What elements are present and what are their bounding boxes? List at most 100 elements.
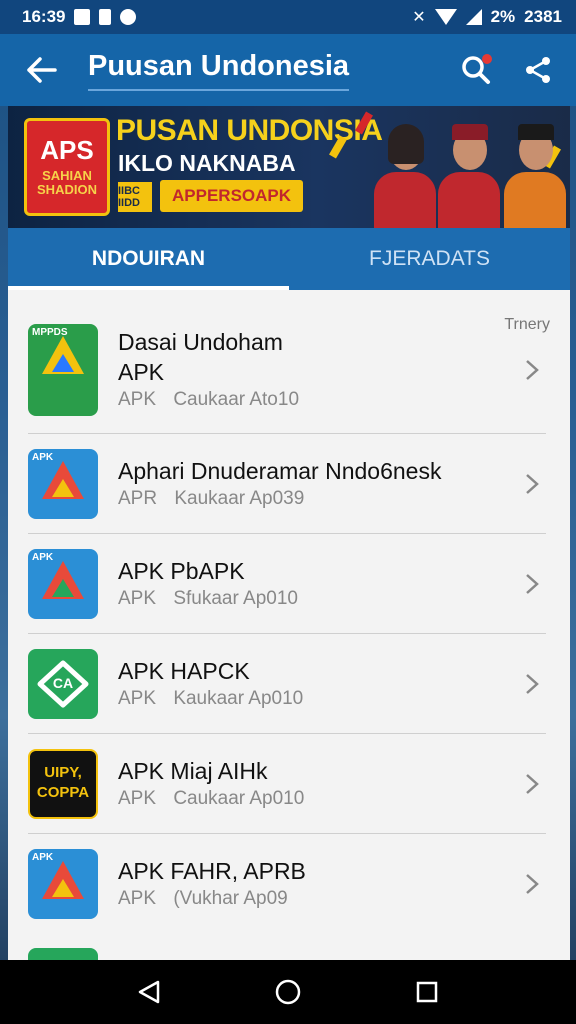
person-hijab (388, 124, 424, 164)
app-icon-label: UIPY, COPPA (36, 763, 90, 801)
back-arrow-icon (27, 57, 57, 83)
banner-pill: APPERSOAPK (160, 180, 304, 212)
app-icon-label: CA (52, 674, 74, 691)
nav-home-button[interactable] (260, 964, 316, 1020)
list-item[interactable]: APK APK FAHR, APRB APK (Vukhar Ap09 (28, 834, 546, 934)
banner-logo: APS SAHIAN SHADION (24, 118, 110, 216)
triangle-mark-inner (52, 478, 74, 497)
list-item[interactable]: MPPDS Dasai Undoham APK APK Caukaar Ato1… (28, 306, 546, 434)
sync-icon (120, 9, 137, 25)
bluetooth-icon: ✕ (412, 9, 426, 26)
chevron-right-icon (518, 350, 546, 390)
list-item[interactable]: APK APK PbAPK APK Sfukaar Ap010 (28, 534, 546, 634)
black-yellow-app-icon: UIPY, COPPA (28, 748, 98, 819)
banner-logo-top: APS (40, 135, 94, 165)
document-icon (99, 9, 112, 25)
app-text: APK Miaj AIHk APK Caukaar Ap010 (118, 756, 518, 812)
chevron-right-icon (518, 664, 546, 704)
app-text: APK PbAPK APK Sfukaar Ap010 (118, 556, 518, 612)
triangle-mark-inner (52, 353, 74, 372)
app-name: APK FAHR, APRB (118, 858, 306, 884)
blue-triangle-app-icon: APK (28, 448, 98, 519)
banner-subtitle: IKLO NAKNABA (118, 150, 296, 176)
person-body (374, 172, 436, 228)
status-left: 16:39 (22, 7, 137, 27)
person-body (504, 172, 566, 228)
tab-ndouiran[interactable]: NDOUIRAN (8, 228, 289, 290)
app-meta-text: Caukaar Ato10 (173, 388, 300, 410)
app-name: Dasai Undoham APK (118, 328, 283, 385)
app-meta-text: Kaukaar Ap010 (173, 687, 304, 709)
back-button[interactable] (14, 42, 70, 98)
signal-icon (465, 9, 482, 25)
app-meta-text: (Vukhar Ap09 (173, 888, 288, 909)
app-text: Aphari Dnuderamar Nndo6nesk APR Kaukaar … (118, 456, 518, 512)
app-meta: APK Sfukaar Ap010 (118, 586, 518, 612)
triangle-mark-inner (52, 879, 74, 897)
app-name: APK PbAPK (118, 557, 245, 584)
search-button[interactable] (452, 46, 500, 94)
person-body (438, 172, 500, 228)
blue-triangle-app-icon: APK (28, 548, 98, 619)
chevron-right-icon (518, 464, 546, 504)
app-meta: APK (Vukhar Ap09 (118, 886, 518, 912)
banner-person (502, 122, 568, 228)
app-list: Trnery MPPDS Dasai Undoham APK APK Cauka… (8, 290, 570, 960)
share-icon (526, 57, 550, 83)
app-meta-text: Kaukaar Ap039 (174, 487, 305, 509)
app-tag: APR (118, 487, 158, 509)
app-text: APK HAPCK APK Kaukaar Ap010 (118, 656, 518, 712)
home-circle-icon (275, 979, 301, 1005)
list-item[interactable]: APK Aphari Dnuderamar Nndo6nesk APR Kauk… (28, 434, 546, 534)
app-meta: APK Caukaar Ato10 (118, 387, 518, 413)
app-meta: APR Kaukaar Ap039 (118, 486, 518, 512)
banner-logo-bottom: SAHIAN SHADION (37, 168, 97, 197)
person-peci (518, 124, 554, 140)
app-meta-text: Caukaar Ap010 (173, 787, 305, 809)
share-button[interactable] (514, 46, 562, 94)
app-tag: APK (118, 888, 157, 909)
banner-person (436, 122, 502, 228)
status-clock: 2381 (524, 7, 562, 26)
list-item[interactable]: CA APK HAPCK APK Kaukaar Ap010 (28, 634, 546, 734)
app-text: APK FAHR, APRB APK (Vukhar Ap09 (118, 856, 518, 912)
nav-recents-button[interactable] (399, 964, 455, 1020)
person-peci (452, 124, 488, 140)
app-name: Aphari Dnuderamar Nndo6nesk (118, 457, 442, 484)
green-triangle-app-icon: MPPDS (28, 323, 98, 416)
app-tag: APK (118, 787, 157, 809)
status-time: 16:39 (22, 7, 66, 26)
recents-square-icon (416, 981, 437, 1003)
app-tag: APK (118, 687, 157, 709)
wifi-icon (434, 9, 457, 25)
banner-person (372, 122, 438, 228)
status-bar: 16:39 ✕ 2% 2381 (0, 0, 576, 34)
back-triangle-icon (139, 980, 160, 1004)
notification-icon (74, 9, 91, 25)
tab-bar: NDOUIRAN FJERADATS (8, 228, 570, 290)
chevron-right-icon (518, 864, 546, 904)
app-name: APK HAPCK (118, 657, 250, 684)
list-item[interactable]: UIPY, COPPA APK Miaj AIHk APK Caukaar Ap… (28, 734, 546, 834)
status-right: ✕ 2% 2381 (412, 7, 562, 27)
battery-percent: 2% (490, 7, 516, 26)
blue-triangle-app-icon: APK (28, 849, 98, 919)
app-meta-text: Sfukaar Ap010 (173, 587, 298, 609)
app-meta: APK Caukaar Ap010 (118, 786, 518, 812)
system-nav-bar (0, 960, 576, 1024)
app-tag: APK (118, 388, 157, 410)
page-title: Puusan Undonesia (88, 50, 350, 91)
promo-banner[interactable]: APS SAHIAN SHADION PUSAN UNDONSIA IKLO N… (8, 106, 570, 228)
notification-dot (482, 54, 492, 64)
app-name: APK Miaj AIHk (118, 757, 268, 784)
green-badge-app-icon: CA (28, 648, 98, 719)
next-app-icon-peek (28, 948, 98, 960)
nav-back-button[interactable] (121, 964, 177, 1020)
banner-tag: IIBC IIDD (118, 182, 152, 212)
app-meta: APK Kaukaar Ap010 (118, 686, 518, 712)
app-tag: APK (118, 587, 157, 609)
tab-fjeradats[interactable]: FJERADATS (289, 228, 570, 290)
triangle-mark-inner (52, 578, 74, 597)
chevron-right-icon (518, 764, 546, 804)
app-bar: Puusan Undonesia (0, 34, 576, 106)
